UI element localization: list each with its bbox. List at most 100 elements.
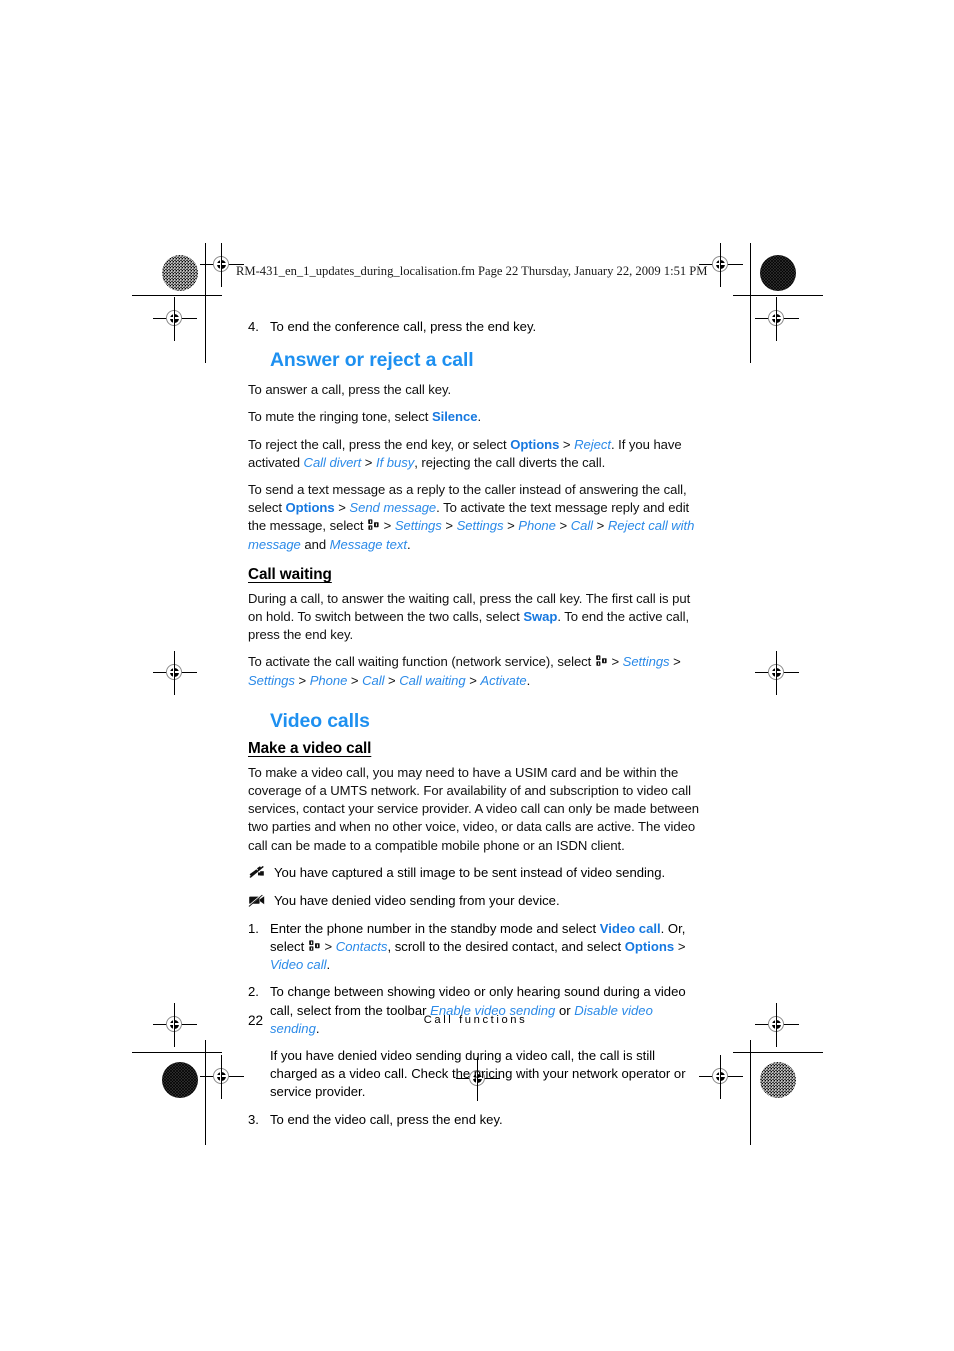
path-separator: >: [334, 500, 350, 516]
menu-path-call-waiting: Call waiting: [399, 672, 466, 688]
list-item-step-3: 3. To end the video call, press the end …: [248, 1111, 703, 1129]
icon-note-text: You have denied video sending from your …: [274, 892, 560, 908]
step-number: 3.: [248, 1111, 259, 1127]
subsection-heading-call-waiting: Call waiting: [248, 565, 332, 583]
step-number: 4.: [248, 319, 259, 334]
path-separator: >: [607, 654, 623, 670]
section-heading-video-calls: Video calls: [270, 709, 370, 732]
ui-label-video-call: Video call: [599, 920, 661, 936]
subsection-heading-make-a-video-call: Make a video call: [248, 739, 372, 757]
icon-note-text: You have captured a still image to be se…: [274, 864, 666, 880]
step-text: To end the video call, press the end key…: [270, 1111, 503, 1127]
path-separator: >: [347, 672, 363, 688]
menu-path-message-text: Message text: [329, 536, 407, 552]
text-run: .: [326, 957, 331, 973]
menu-path-video-call: Video call: [270, 957, 327, 973]
path-separator: >: [674, 939, 686, 955]
camera-still-image-crossed-icon: [248, 864, 274, 884]
density-patch-top-right: [760, 255, 796, 291]
text-run: .: [526, 672, 531, 688]
video-camera-denied-icon: [248, 892, 274, 912]
text-run: , scroll to the desired contact, and sel…: [387, 939, 625, 955]
icon-note-video-denied: You have denied video sending from your …: [248, 892, 703, 912]
path-separator: >: [384, 672, 400, 688]
menu-path-call: Call: [362, 672, 385, 688]
icon-note-still-image: You have captured a still image to be se…: [248, 864, 703, 884]
menu-path-call-divert: Call divert: [303, 454, 362, 470]
source-file-header: RM-431_en_1_updates_during_localisation.…: [236, 264, 708, 278]
step-text: To end the conference call, press the en…: [270, 319, 537, 334]
trim-rule-bot-right: [733, 1052, 823, 1054]
density-patch-bottom-left: [162, 1062, 198, 1098]
paragraph-mute-ringing-tone: To mute the ringing tone, select Silence…: [248, 408, 703, 426]
path-separator: >: [555, 518, 571, 534]
paragraph-reject-call: To reject the call, press the end key, o…: [248, 436, 703, 472]
path-separator: >: [465, 672, 481, 688]
text-run: To activate the call waiting function (n…: [248, 654, 595, 670]
ui-label-swap: Swap: [523, 609, 558, 625]
path-separator: >: [380, 518, 395, 534]
trim-rule-bot-left: [132, 1052, 222, 1054]
text-run: and: [300, 536, 330, 552]
path-separator: >: [559, 436, 575, 452]
ui-label-options: Options: [510, 436, 560, 452]
path-separator: >: [503, 518, 519, 534]
menu-key-icon: [596, 655, 607, 668]
menu-path-reject: Reject: [574, 436, 611, 452]
ui-label-silence: Silence: [431, 409, 478, 425]
menu-path-settings-2: Settings: [456, 518, 504, 534]
path-separator: >: [294, 672, 310, 688]
menu-path-settings-1: Settings: [394, 518, 442, 534]
text-run: .: [477, 409, 482, 425]
registration-mark-mid-right: [755, 651, 799, 695]
text-run: Enter the phone number in the standby mo…: [270, 920, 600, 936]
halftone-patch-top-left: [162, 255, 198, 291]
paragraph-activate-call-waiting: To activate the call waiting function (n…: [248, 653, 703, 689]
list-item-step-4: 4. To end the conference call, press the…: [248, 318, 703, 336]
registration-mark-upper-left: [153, 297, 197, 341]
menu-key-icon: [368, 519, 379, 532]
menu-path-phone: Phone: [518, 518, 556, 534]
halftone-patch-bottom-right: [760, 1062, 796, 1098]
menu-path-call: Call: [570, 518, 594, 534]
list-item-step-2: 2. To change between showing video or on…: [248, 983, 703, 1101]
path-separator: >: [361, 454, 376, 470]
path-separator: >: [593, 518, 608, 534]
paragraph-call-waiting-usage: During a call, to answer the waiting cal…: [248, 590, 703, 645]
path-separator: >: [669, 654, 681, 670]
step-continuation-text: If you have denied video sending during …: [270, 1048, 686, 1100]
menu-path-if-busy: If busy: [376, 454, 415, 470]
menu-path-activate: Activate: [480, 672, 527, 688]
menu-key-icon: [309, 940, 320, 953]
text-run: To reject the call, press the end key, o…: [248, 436, 511, 452]
registration-mark-lower-right: [755, 1003, 799, 1047]
ui-label-options: Options: [624, 939, 675, 955]
menu-path-contacts: Contacts: [335, 939, 388, 955]
paragraph-make-video-call-requirements: To make a video call, you may need to ha…: [248, 764, 699, 853]
menu-path-phone: Phone: [309, 672, 348, 688]
path-separator: >: [441, 518, 457, 534]
text-run: To mute the ringing tone, select: [248, 409, 432, 425]
step-text: To change between showing video or only …: [270, 983, 703, 1101]
paragraph-send-text-reply: To send a text message as a reply to the…: [248, 481, 703, 554]
registration-mark-bottom-right: [699, 1055, 743, 1099]
text-run: , rejecting the call diverts the call.: [414, 454, 606, 470]
path-separator: >: [320, 939, 336, 955]
registration-mark-upper-right: [755, 297, 799, 341]
registration-mark-bottom-left: [200, 1055, 244, 1099]
trim-rule-right-b: [750, 1040, 752, 1145]
step-number: 2.: [248, 984, 259, 1000]
registration-mark-mid-left: [153, 651, 197, 695]
step-text: Enter the phone number in the standby mo…: [270, 920, 703, 975]
menu-path-send-message: Send message: [349, 500, 437, 516]
registration-mark-lower-left: [153, 1003, 197, 1047]
trim-rule-right: [750, 243, 752, 363]
footer-section-label: Call functions: [423, 1014, 528, 1026]
list-item-step-1: 1. Enter the phone number in the standby…: [248, 920, 703, 975]
step-number: 1.: [248, 920, 259, 936]
paragraph-answer-call: To answer a call, press the call key.: [248, 382, 452, 398]
ui-label-options: Options: [285, 500, 335, 516]
section-heading-answer-or-reject: Answer or reject a call: [270, 349, 474, 372]
menu-path-settings-1: Settings: [622, 654, 670, 670]
menu-path-settings-2: Settings: [248, 672, 295, 688]
